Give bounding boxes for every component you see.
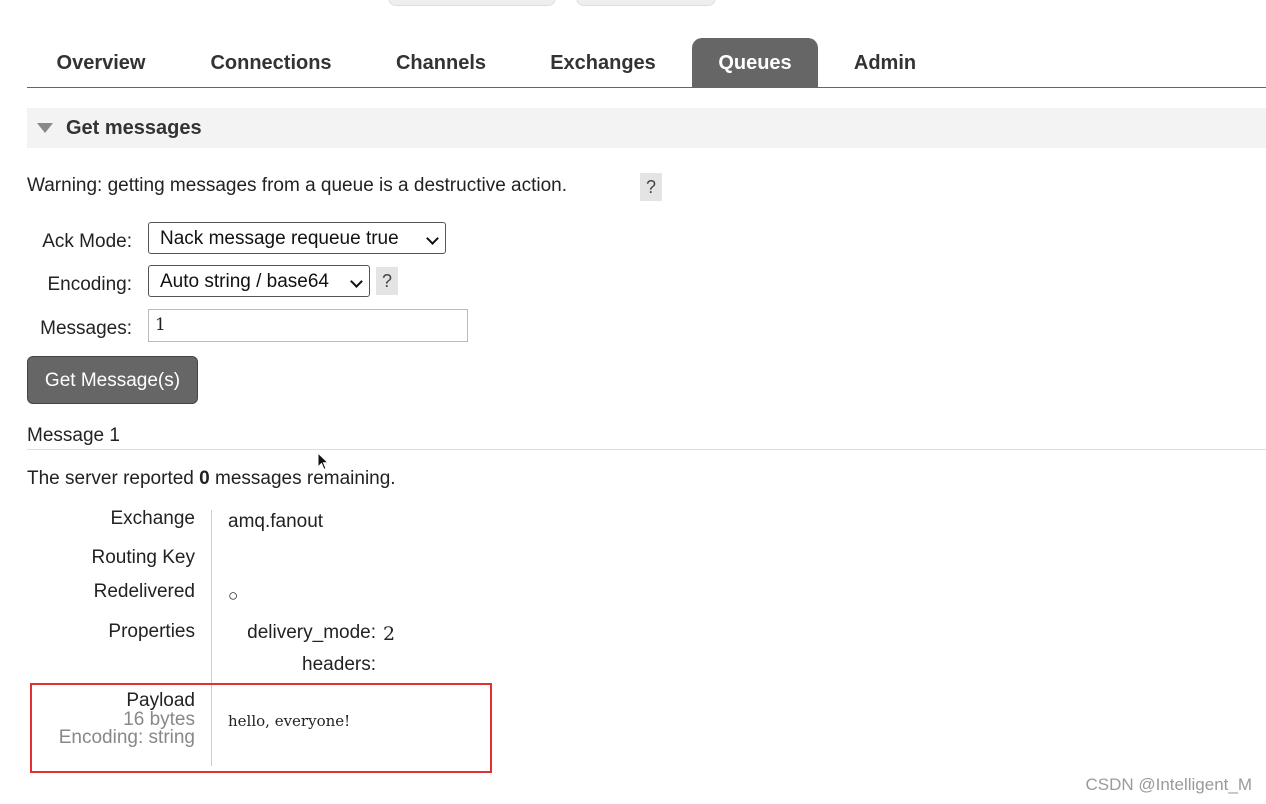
section-title: Get messages [66,117,202,139]
triangle-down-icon [37,123,53,133]
top-partial-control [388,0,556,6]
server-suffix: messages remaining. [215,468,396,489]
encoding-label: Encoding: [47,274,132,295]
get-messages-section-header[interactable]: Get messages [27,108,1266,148]
tab-connections[interactable]: Connections [187,38,355,87]
redelivered-value: ○ [228,586,239,605]
exchange-value: amq.fanout [228,511,324,532]
tab-admin[interactable]: Admin [839,38,931,87]
property-key: headers: [302,654,376,675]
warning-help-button[interactable]: ? [640,173,662,201]
get-messages-button[interactable]: Get Message(s) [27,356,198,404]
property-key: delivery_mode: [247,622,376,643]
remaining-count: 0 [199,468,210,489]
chevron-down-icon [350,275,363,288]
tab-channels[interactable]: Channels [377,38,505,87]
message-title: Message 1 [27,425,1266,450]
top-partial-control [576,0,716,6]
tab-overview[interactable]: Overview [27,38,175,87]
encoding-selected: Auto string / base64 [160,271,329,292]
payload-highlight-box [30,683,492,773]
server-prefix: The server reported [27,468,194,489]
routing-key-label: Routing Key [91,547,195,568]
encoding-help-button[interactable]: ? [376,267,398,295]
destructive-warning: Warning: getting messages from a queue i… [27,175,568,196]
encoding-select[interactable]: Auto string / base64 [148,265,370,297]
ack-mode-label: Ack Mode: [42,231,132,252]
messages-label: Messages: [40,318,132,339]
ack-mode-select[interactable]: Nack message requeue true [148,222,446,254]
property-value: 2 [383,623,396,645]
redelivered-label: Redelivered [93,581,195,602]
main-nav-tabs: Overview Connections Channels Exchanges … [27,38,1266,88]
exchange-label: Exchange [110,508,195,529]
chevron-down-icon [426,232,439,245]
ack-mode-selected: Nack message requeue true [160,228,399,249]
server-remaining-text: The server reported 0 messages remaining… [27,468,396,490]
properties-label: Properties [108,621,195,642]
messages-count-input[interactable]: 1 [148,309,468,342]
tab-queues[interactable]: Queues [692,38,818,87]
tab-exchanges[interactable]: Exchanges [527,38,679,87]
watermark: CSDN @Intelligent_M [1085,775,1252,794]
